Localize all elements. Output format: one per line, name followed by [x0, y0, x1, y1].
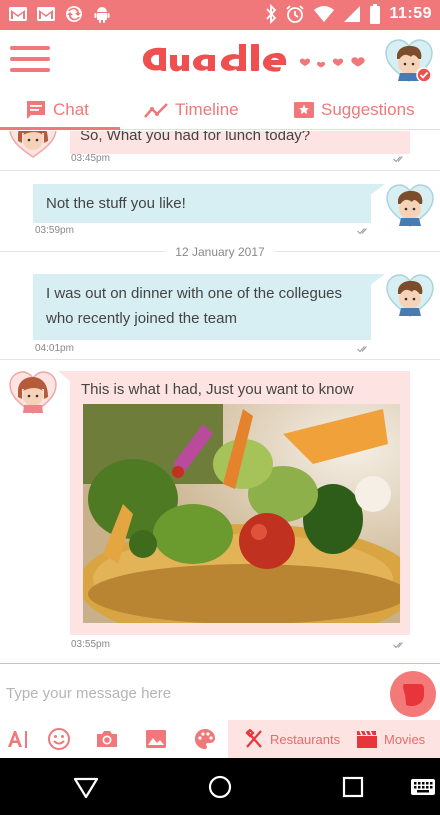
- tab-active-indicator: [0, 127, 120, 130]
- tab-timeline[interactable]: Timeline: [143, 90, 239, 130]
- tab-chat[interactable]: Chat: [25, 90, 89, 130]
- timeline-icon: [144, 103, 168, 118]
- double-check-icon: [357, 346, 367, 353]
- movies-label: Movies: [384, 731, 426, 747]
- tab-chat-label: Chat: [53, 100, 89, 119]
- message-bubble-incoming[interactable]: So, What you had for lunch today?: [70, 131, 410, 154]
- user-avatar[interactable]: [385, 182, 435, 228]
- app-bar: [0, 30, 440, 90]
- message-timestamp: 04:01pm: [35, 343, 74, 354]
- status-time: 11:59: [389, 5, 432, 22]
- tab-bar: Chat Timeline Suggestions: [0, 90, 440, 130]
- star-icon: [294, 102, 314, 118]
- chat-area[interactable]: So, What you had for lunch today? 03:45p…: [0, 131, 440, 663]
- image-icon[interactable]: [144, 727, 168, 751]
- partner-avatar[interactable]: [8, 131, 58, 159]
- message-timestamp: 03:59pm: [35, 225, 74, 236]
- message-text: Not the stuff you like!: [46, 195, 186, 212]
- palette-icon[interactable]: [193, 727, 217, 751]
- partner-avatar[interactable]: [8, 369, 58, 415]
- shortcut-bar: Restaurants Movies: [228, 720, 440, 758]
- message-text: I was out on dinner with one of the coll…: [46, 285, 343, 327]
- profile-avatar[interactable]: [384, 37, 434, 85]
- movies-button[interactable]: Movies: [356, 720, 425, 758]
- gmail-icon: [37, 7, 55, 21]
- text-format-icon[interactable]: [6, 727, 30, 751]
- screen: 11:59 Chat Timeline Suggestions So, What…: [0, 0, 440, 815]
- clapperboard-icon: [357, 730, 377, 748]
- message-bubble-outgoing[interactable]: Not the stuff you like!: [33, 184, 371, 223]
- double-check-icon: [357, 228, 367, 235]
- date-separator: 12 January 2017: [175, 245, 265, 259]
- message-timestamp: 03:45pm: [71, 153, 110, 164]
- message-text: So, What you had for lunch today?: [80, 131, 311, 144]
- bluetooth-icon: [266, 4, 277, 24]
- bubble-tail: [369, 184, 385, 196]
- fork-knife-icon: [245, 729, 262, 748]
- divider: [0, 359, 440, 360]
- tab-suggestions[interactable]: Suggestions: [293, 90, 415, 130]
- tab-suggestions-label: Suggestions: [321, 100, 415, 119]
- divider: [275, 251, 440, 252]
- chat-icon: [27, 101, 45, 119]
- double-check-icon: [393, 156, 403, 163]
- message-bubble-outgoing[interactable]: I was out on dinner with one of the coll…: [33, 274, 371, 340]
- duadle-logo: [142, 44, 365, 72]
- message-timestamp: 03:55pm: [71, 639, 110, 650]
- food-photo[interactable]: [83, 404, 400, 623]
- status-bar: 11:59: [0, 0, 440, 30]
- system-nav-bar: [0, 758, 440, 815]
- emoji-icon[interactable]: [47, 727, 71, 751]
- keyboard-icon[interactable]: [410, 774, 436, 800]
- menu-icon[interactable]: [10, 46, 50, 74]
- divider: [0, 170, 440, 171]
- message-text: This is what I had, Just you want to kno…: [81, 381, 354, 398]
- user-avatar[interactable]: [385, 272, 435, 318]
- sync-icon: [66, 6, 82, 22]
- send-button[interactable]: [390, 671, 436, 717]
- signal-icon: [344, 6, 361, 22]
- tab-timeline-label: Timeline: [175, 100, 239, 119]
- gmail-icon: [9, 7, 27, 21]
- message-input[interactable]: [6, 680, 376, 706]
- wifi-icon: [314, 6, 335, 22]
- android-icon: [94, 7, 110, 23]
- home-icon[interactable]: [207, 774, 233, 800]
- double-check-icon: [393, 642, 403, 649]
- bubble-tail: [369, 274, 385, 286]
- compose-toolbar: Restaurants Movies: [0, 720, 440, 758]
- alarm-icon: [286, 5, 305, 23]
- restaurants-button[interactable]: Restaurants: [244, 720, 340, 758]
- battery-icon: [370, 4, 381, 24]
- recents-icon[interactable]: [340, 774, 366, 800]
- back-icon[interactable]: [73, 774, 99, 800]
- composer: [0, 663, 440, 720]
- restaurants-label: Restaurants: [270, 731, 341, 747]
- camera-icon[interactable]: [95, 727, 119, 751]
- heart-send-icon: [403, 684, 424, 706]
